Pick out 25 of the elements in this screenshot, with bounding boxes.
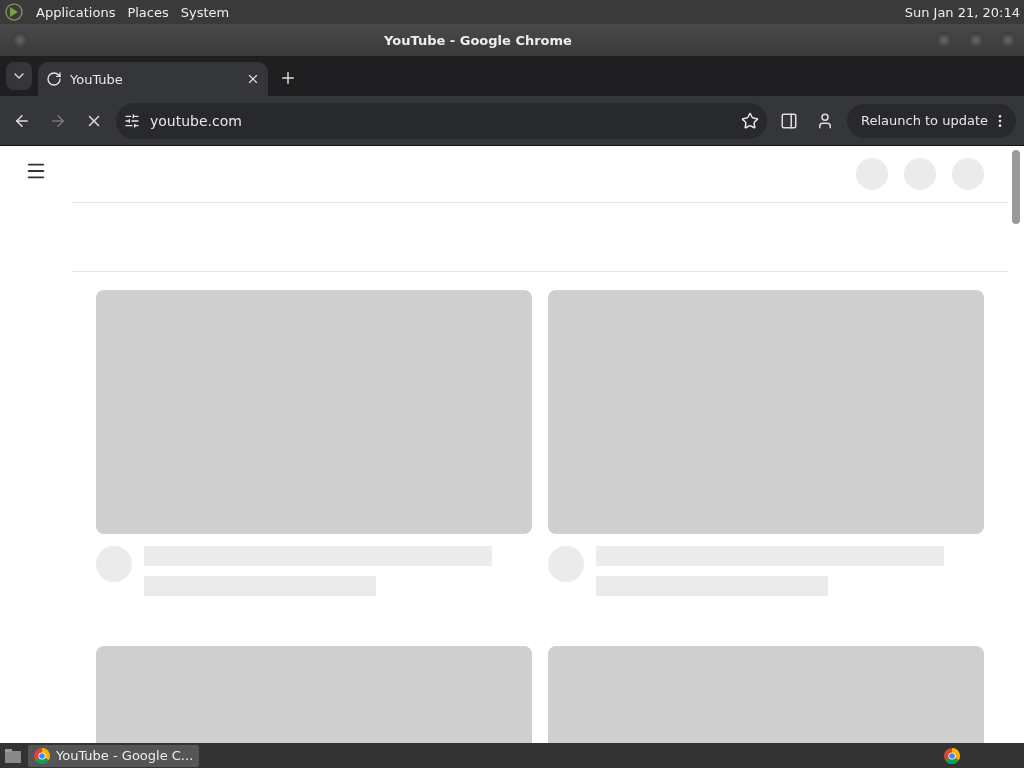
loading-icon xyxy=(46,71,62,87)
tab-search-button[interactable] xyxy=(6,62,32,90)
browser-icon xyxy=(34,747,50,764)
taskbar-label: YouTube - Google C... xyxy=(56,748,194,763)
desktop-icon[interactable] xyxy=(4,747,22,764)
browser-tab[interactable]: YouTube xyxy=(38,62,268,96)
tab-title: YouTube xyxy=(70,71,123,87)
plus-icon xyxy=(279,69,297,87)
window-title: YouTube - Google Chrome xyxy=(384,32,572,48)
person-icon xyxy=(816,111,834,130)
close-icon[interactable] xyxy=(246,72,260,86)
logo-icon[interactable] xyxy=(4,2,24,22)
clock: Sun Jan 21, 20:14 xyxy=(904,4,1020,20)
url-text: youtube.com xyxy=(150,112,242,129)
taskbar-item[interactable]: YouTube - Google C... xyxy=(28,744,200,767)
address-bar[interactable]: youtube.com xyxy=(116,102,767,139)
side-panel-icon xyxy=(780,111,798,130)
panel-menu[interactable]: System xyxy=(180,4,230,20)
site-settings-icon[interactable] xyxy=(124,112,140,129)
panel-menu[interactable]: Places xyxy=(127,4,169,20)
panel-menu[interactable]: Applications xyxy=(36,4,116,20)
scrollbar-thumb[interactable] xyxy=(1012,150,1020,224)
browser-icon xyxy=(944,747,960,764)
bookmark-star-icon[interactable] xyxy=(741,111,759,130)
relaunch-button[interactable]: Relaunch to update xyxy=(847,103,1016,138)
